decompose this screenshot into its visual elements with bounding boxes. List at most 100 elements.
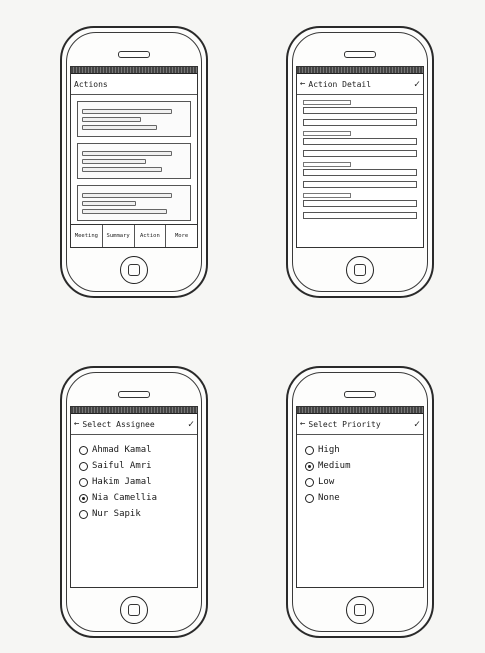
card-line: [82, 193, 173, 198]
speaker: [118, 51, 150, 58]
assignee-option[interactable]: Ahmad Kamal: [79, 445, 189, 455]
radio-icon[interactable]: [305, 445, 314, 455]
tab-more[interactable]: More: [166, 225, 197, 247]
assignee-option[interactable]: Nur Sapik: [79, 509, 189, 519]
field-label: [303, 100, 351, 105]
card-line: [82, 159, 147, 164]
screen-select-assignee: ← Select Assignee ✓ Ahmad Kamal Saiful A…: [70, 406, 198, 588]
option-label: Medium: [318, 461, 351, 471]
priority-option[interactable]: None: [305, 493, 415, 503]
priority-list: High Medium Low None: [297, 435, 423, 519]
field-label: [303, 193, 351, 198]
field-label: [303, 131, 351, 136]
check-icon[interactable]: ✓: [414, 79, 420, 90]
radio-selected-icon[interactable]: [305, 461, 314, 471]
field-input[interactable]: [303, 119, 417, 126]
field-input[interactable]: [303, 169, 417, 176]
option-label: Hakim Jamal: [92, 477, 152, 487]
back-arrow-icon[interactable]: ←: [300, 79, 305, 89]
radio-icon[interactable]: [79, 461, 88, 471]
speaker: [118, 391, 150, 398]
radio-icon[interactable]: [305, 477, 314, 487]
radio-icon[interactable]: [79, 509, 88, 519]
field-input[interactable]: [303, 181, 417, 188]
radio-icon[interactable]: [305, 493, 314, 503]
card-line: [82, 209, 168, 214]
form-field[interactable]: [303, 131, 417, 145]
page-title: Action Detail: [308, 79, 372, 89]
speaker: [344, 51, 376, 58]
priority-option[interactable]: Low: [305, 477, 415, 487]
assignee-option[interactable]: Saiful Amri: [79, 461, 189, 471]
speaker: [344, 391, 376, 398]
option-label: Nur Sapik: [92, 509, 141, 519]
back-arrow-icon[interactable]: ←: [300, 419, 305, 429]
tab-meeting[interactable]: Meeting: [71, 225, 103, 247]
tab-bar: Meeting Summary Action More: [71, 224, 197, 247]
option-label: High: [318, 445, 340, 455]
radio-icon[interactable]: [79, 445, 88, 455]
card-line: [82, 167, 162, 172]
nav-bar: ← Select Priority ✓: [297, 414, 423, 435]
action-card[interactable]: [77, 185, 191, 221]
status-bar: [297, 407, 423, 414]
card-line: [82, 117, 142, 122]
option-label: Saiful Amri: [92, 461, 152, 471]
option-label: Low: [318, 477, 335, 487]
field-input[interactable]: [303, 107, 417, 114]
page-title: Select Assignee: [82, 419, 155, 429]
home-button[interactable]: [120, 256, 148, 284]
phone-actions: Actions Meeting Summary Action More: [60, 26, 208, 298]
card-line: [82, 151, 173, 156]
phone-select-assignee: ← Select Assignee ✓ Ahmad Kamal Saiful A…: [60, 366, 208, 638]
field-label: [303, 162, 351, 167]
home-button[interactable]: [346, 596, 374, 624]
radio-selected-icon[interactable]: [79, 493, 88, 503]
phone-select-priority: ← Select Priority ✓ High Medium Low None: [286, 366, 434, 638]
tab-action[interactable]: Action: [135, 225, 167, 247]
card-line: [82, 125, 157, 130]
nav-bar: Actions: [71, 74, 197, 95]
form-field[interactable]: [303, 181, 417, 188]
priority-option[interactable]: Medium: [305, 461, 415, 471]
check-icon[interactable]: ✓: [188, 419, 194, 430]
status-bar: [71, 67, 197, 74]
field-input[interactable]: [303, 150, 417, 157]
back-arrow-icon[interactable]: ←: [74, 419, 79, 429]
screen-action-detail: ← Action Detail ✓: [296, 66, 424, 248]
tab-summary[interactable]: Summary: [103, 225, 135, 247]
page-title: Actions: [74, 79, 108, 89]
home-button[interactable]: [120, 596, 148, 624]
assignee-option[interactable]: Nia Camellia: [79, 493, 189, 503]
form-field[interactable]: [303, 150, 417, 157]
assignee-option[interactable]: Hakim Jamal: [79, 477, 189, 487]
check-icon[interactable]: ✓: [414, 419, 420, 430]
field-input[interactable]: [303, 138, 417, 145]
form-field[interactable]: [303, 100, 417, 114]
option-label: Ahmad Kamal: [92, 445, 152, 455]
status-bar: [71, 407, 197, 414]
nav-bar: ← Select Assignee ✓: [71, 414, 197, 435]
field-input[interactable]: [303, 200, 417, 207]
nav-bar: ← Action Detail ✓: [297, 74, 423, 95]
action-card[interactable]: [77, 101, 191, 137]
form-field[interactable]: [303, 212, 417, 219]
form-field[interactable]: [303, 193, 417, 207]
action-card[interactable]: [77, 143, 191, 179]
priority-option[interactable]: High: [305, 445, 415, 455]
page-title: Select Priority: [308, 419, 381, 429]
card-line: [82, 109, 173, 114]
status-bar: [297, 67, 423, 74]
card-line: [82, 201, 136, 206]
screen-actions: Actions Meeting Summary Action More: [70, 66, 198, 248]
screen-select-priority: ← Select Priority ✓ High Medium Low None: [296, 406, 424, 588]
option-label: None: [318, 493, 340, 503]
assignee-list: Ahmad Kamal Saiful Amri Hakim Jamal Nia …: [71, 435, 197, 535]
form-field[interactable]: [303, 162, 417, 176]
option-label: Nia Camellia: [92, 493, 158, 503]
form-field[interactable]: [303, 119, 417, 126]
home-button[interactable]: [346, 256, 374, 284]
field-input[interactable]: [303, 212, 417, 219]
phone-action-detail: ← Action Detail ✓: [286, 26, 434, 298]
radio-icon[interactable]: [79, 477, 88, 487]
